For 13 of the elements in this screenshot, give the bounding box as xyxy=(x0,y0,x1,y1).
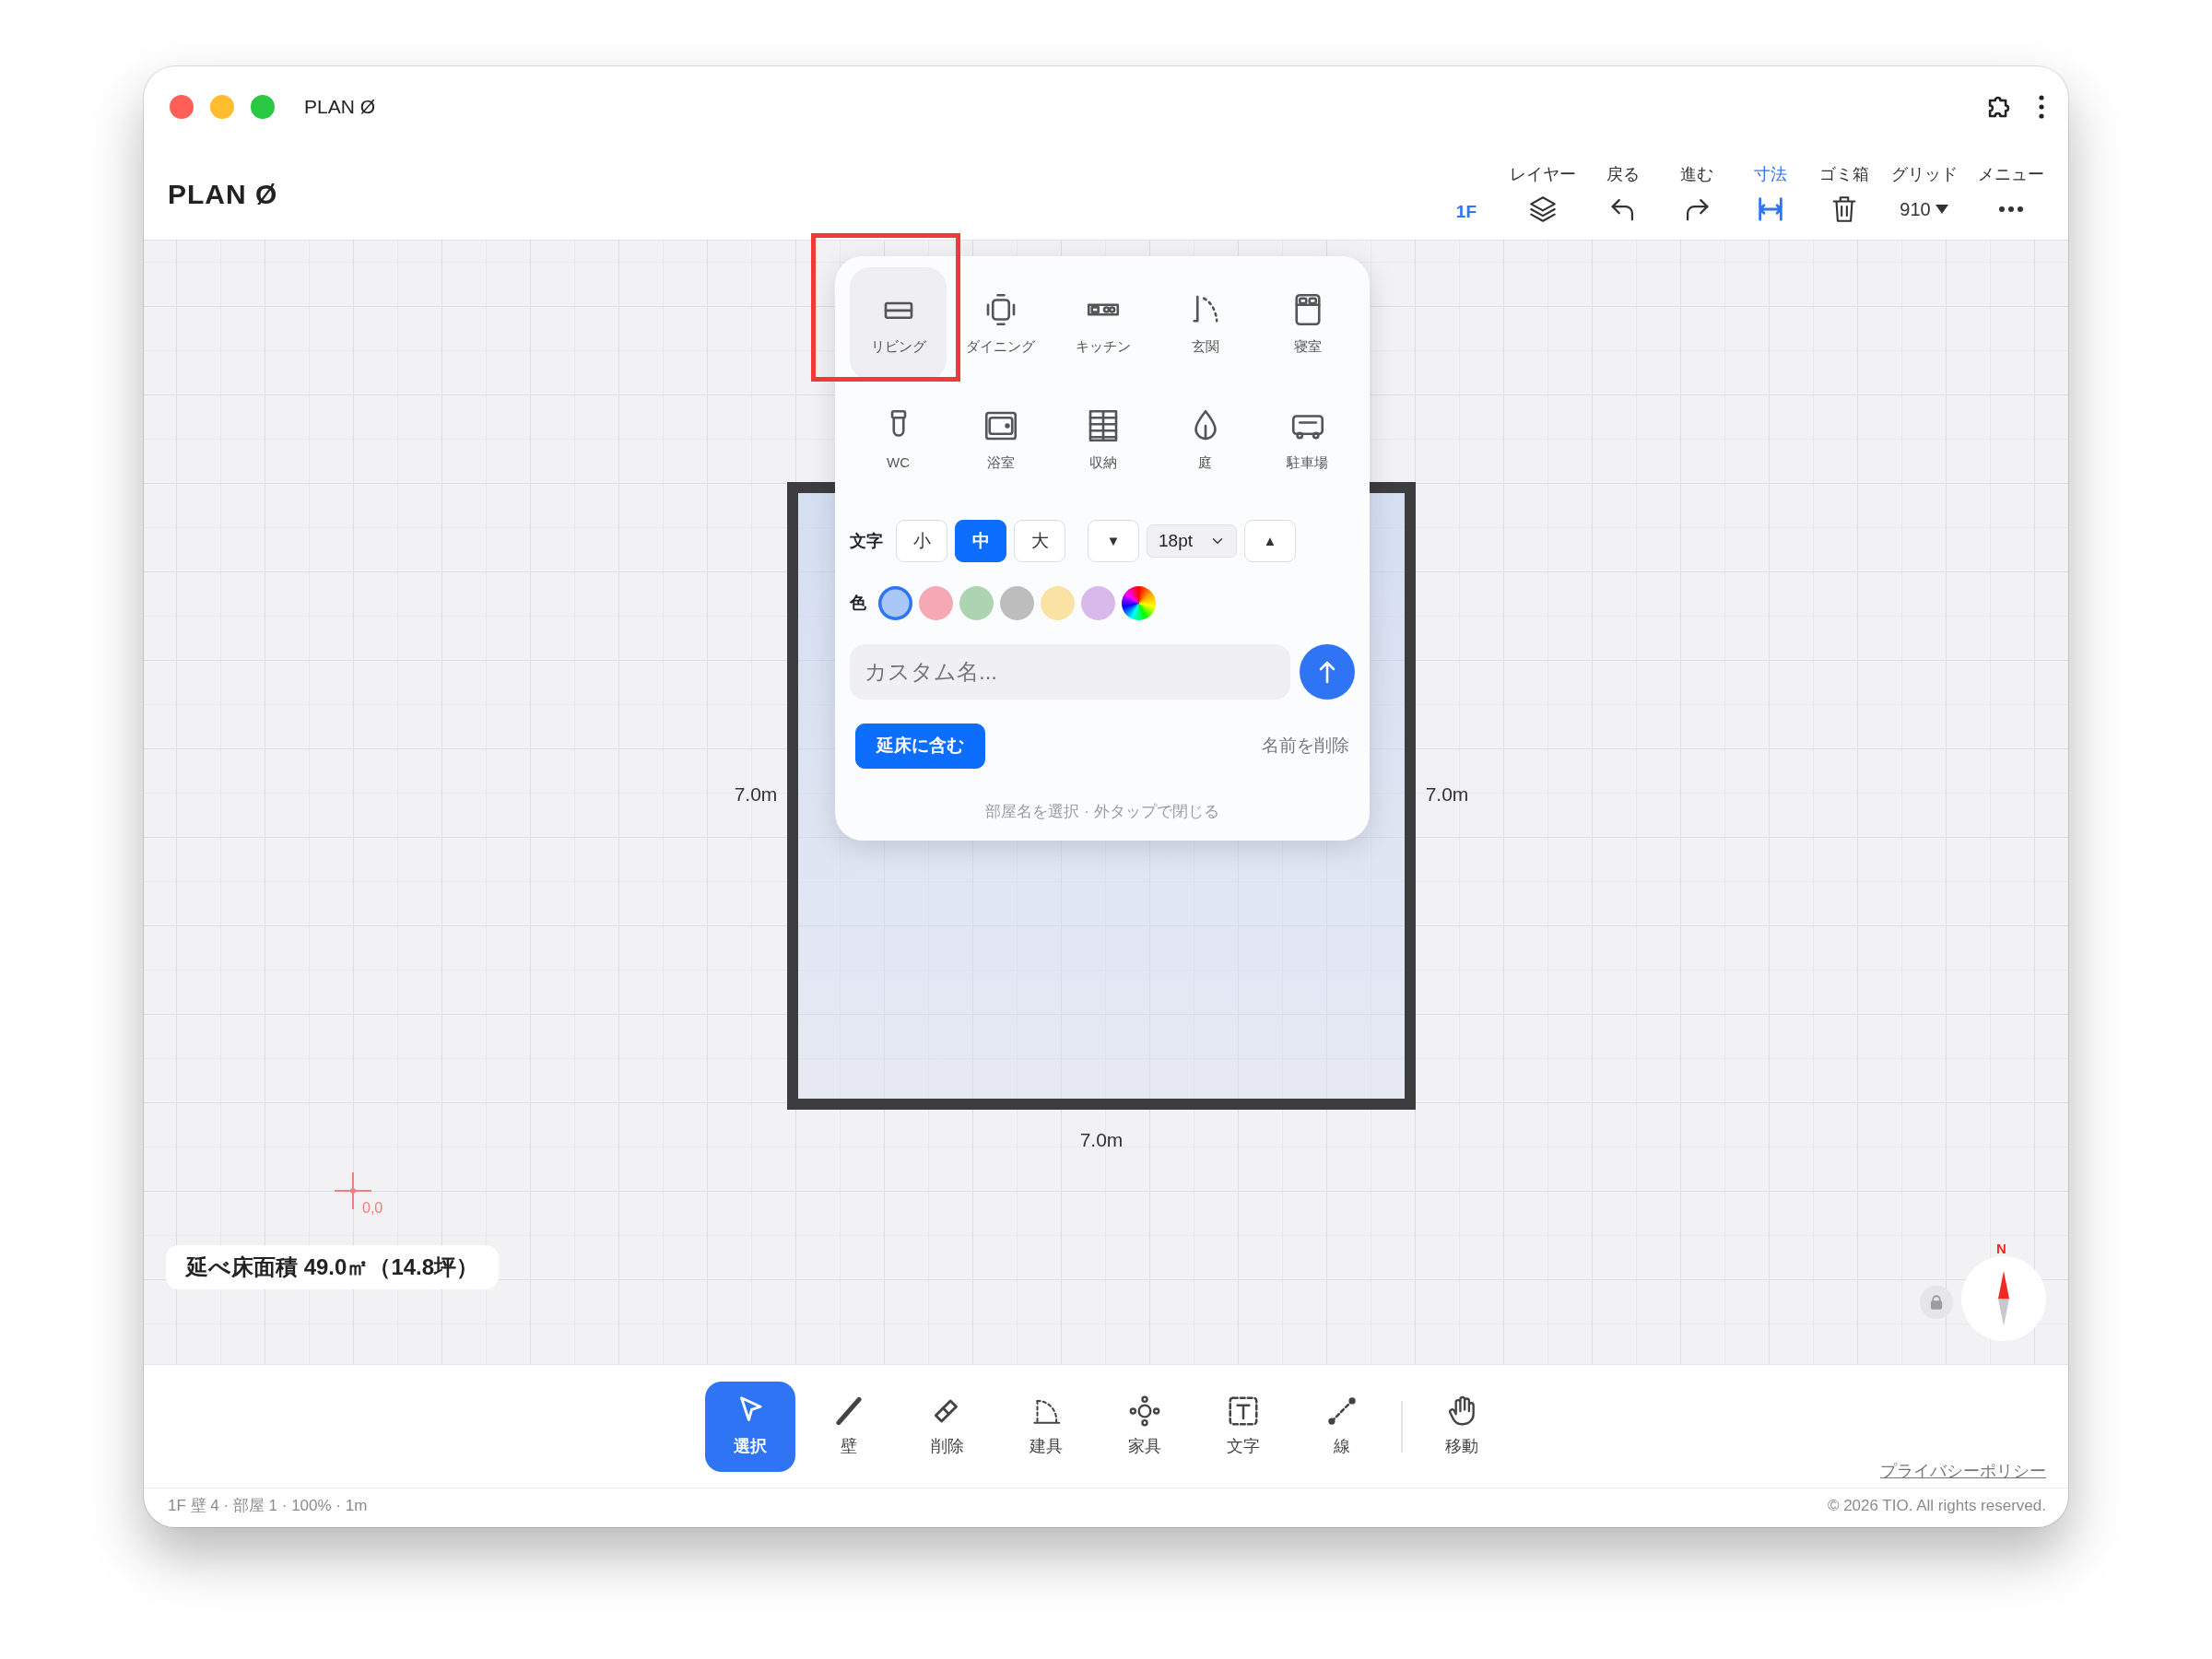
dimension-label: 7.0m xyxy=(1079,1128,1124,1153)
copyright-text: © 2026 TIO. All rights reserved. xyxy=(1827,1496,2046,1517)
window-title: PLAN Ø xyxy=(304,95,376,120)
north-label: N xyxy=(1996,1240,2006,1258)
dimension-label: 7.0m xyxy=(734,782,778,807)
color-label: 色 xyxy=(850,593,866,614)
dimension-label: 7.0m xyxy=(1425,782,1469,807)
text-size-label: 文字 xyxy=(850,530,883,552)
floor-area-label: 延べ床面積 49.0㎡（14.8坪） xyxy=(166,1245,500,1289)
app-logo: PLAN Ø xyxy=(168,177,278,211)
status-text: 1F 壁 4 · 部屋 1 · 100% · 1m xyxy=(168,1496,368,1517)
origin-label: 0,0 xyxy=(362,1199,383,1218)
hint-text: 部屋名を選択 · 外タップで閉じる xyxy=(984,802,1220,822)
